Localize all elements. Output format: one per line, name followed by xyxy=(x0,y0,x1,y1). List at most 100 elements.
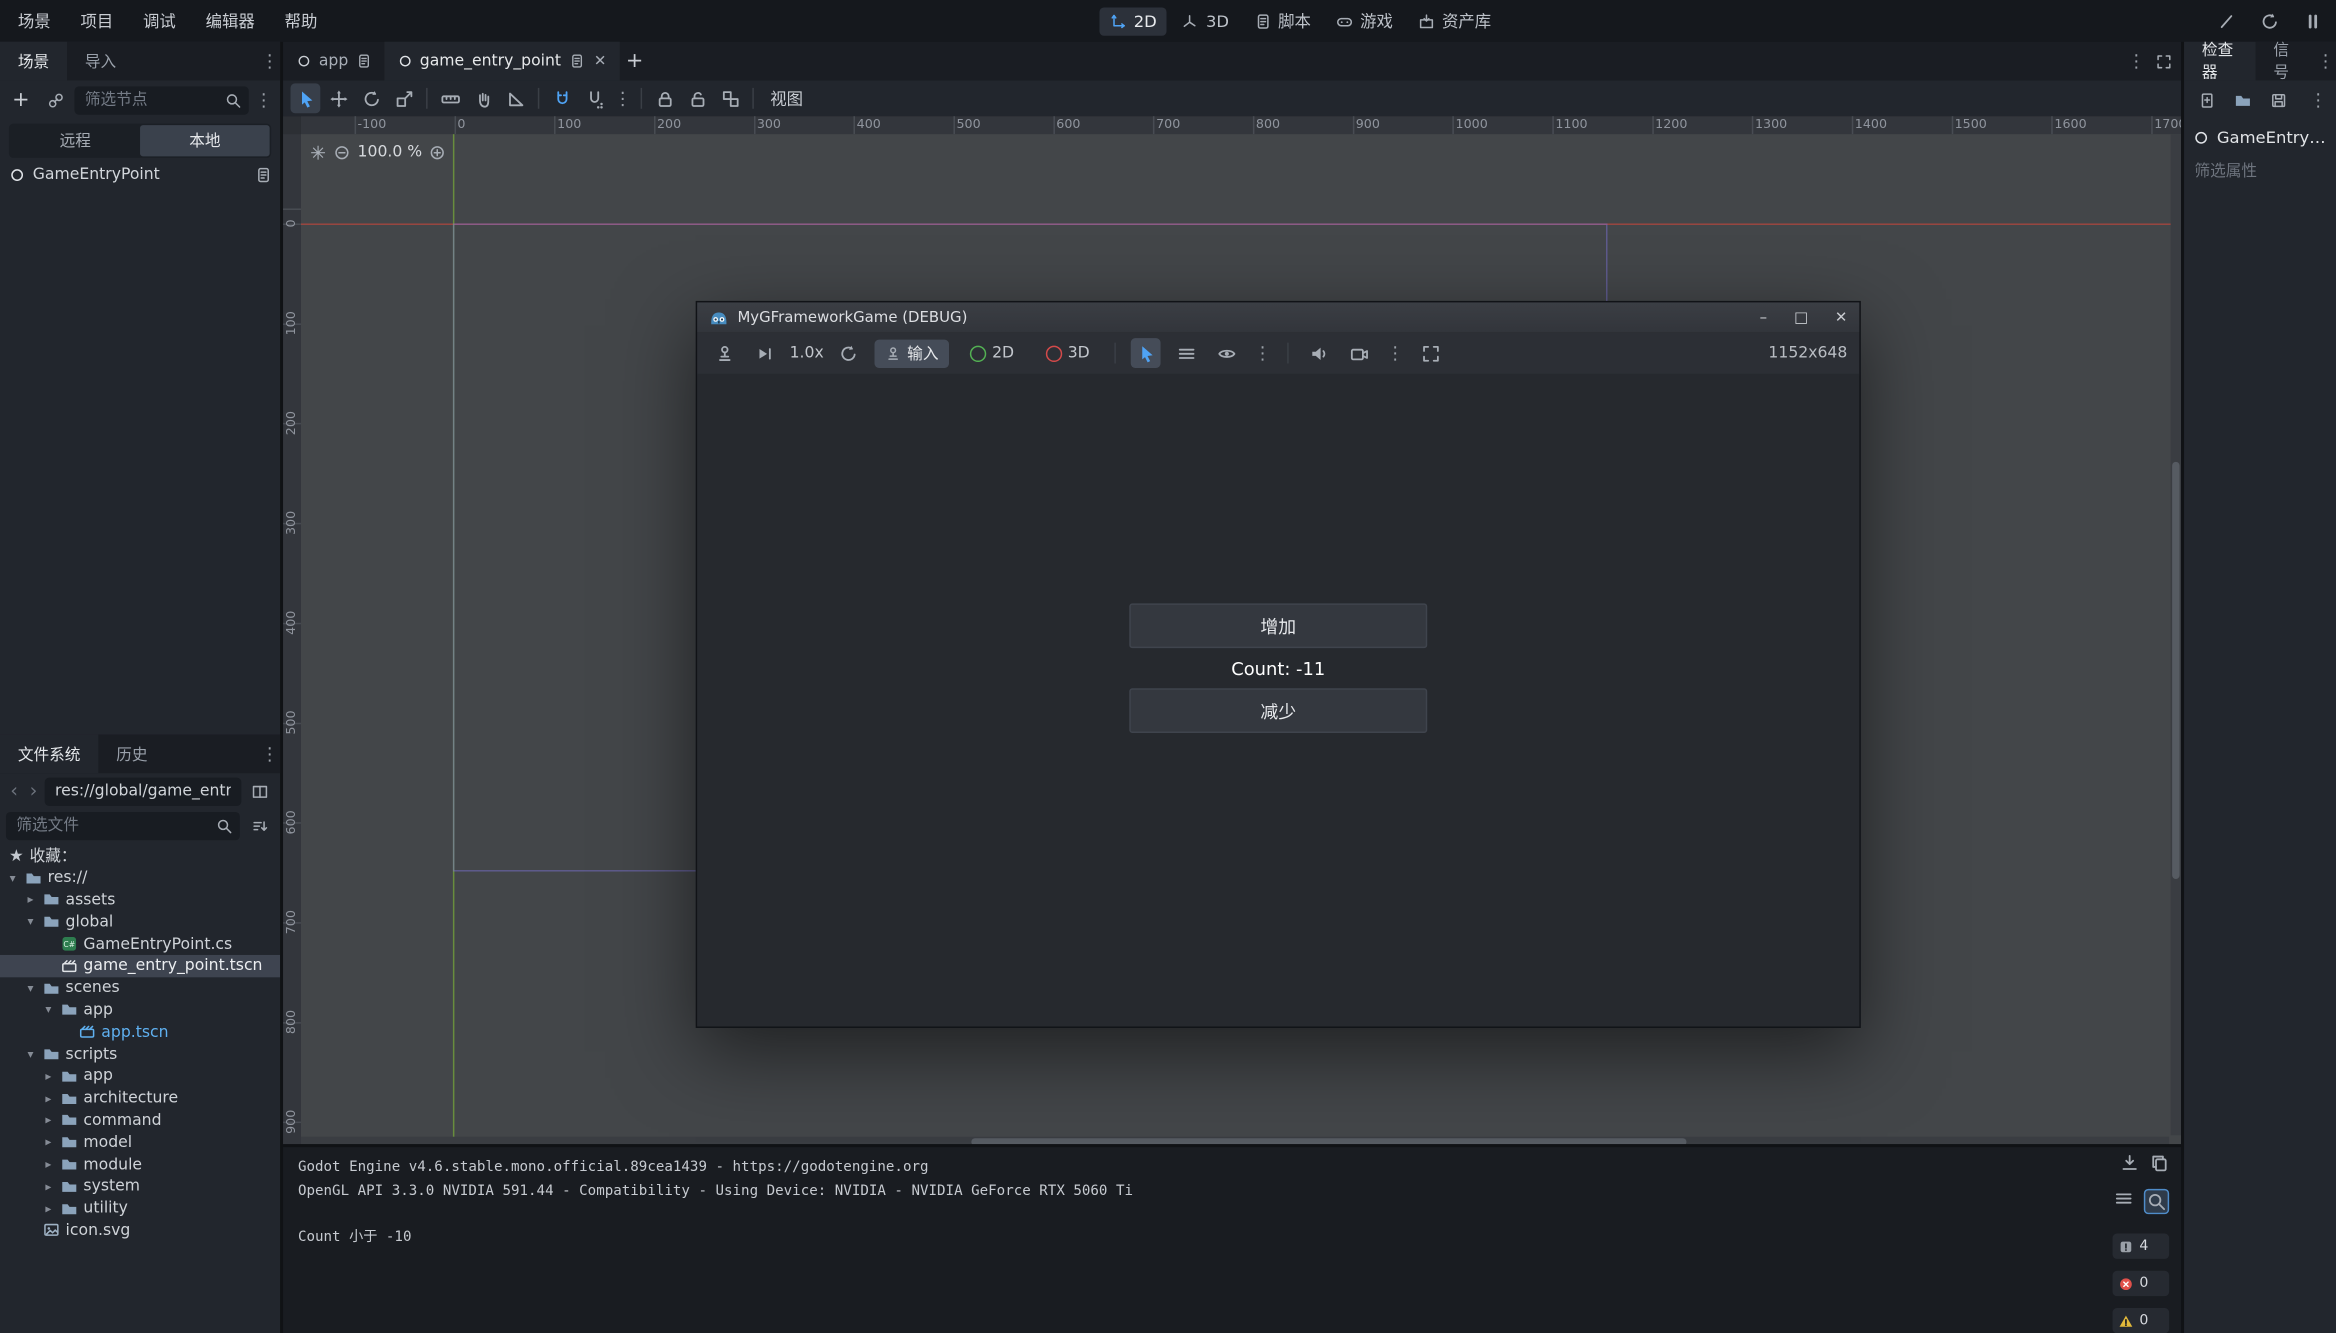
search-log-button[interactable] xyxy=(2144,1189,2169,1214)
file-row-app-tscn[interactable]: app.tscn xyxy=(0,1021,280,1043)
center-view-icon[interactable] xyxy=(310,144,326,160)
messages-filter-badge[interactable]: 4 xyxy=(2113,1234,2170,1259)
distraction-free-icon[interactable] xyxy=(2156,53,2172,69)
add-node-button[interactable]: + xyxy=(6,85,36,115)
unlock-button[interactable] xyxy=(682,83,712,113)
zoom-percent[interactable]: 100.0 % xyxy=(358,143,423,161)
local-button[interactable]: 本地 xyxy=(140,125,270,156)
warnings-filter-badge[interactable]: 0 xyxy=(2113,1308,2170,1333)
camera-override-button[interactable] xyxy=(1344,338,1374,368)
expander-icon[interactable]: ▾ xyxy=(24,981,37,994)
file-row-game-entry-point-tscn[interactable]: game_entry_point.tscn xyxy=(0,955,280,977)
workspace-2d-button[interactable]: 2D xyxy=(1099,7,1167,35)
mode-2d-button[interactable]: 2D xyxy=(959,341,1024,365)
file-row-icon-svg[interactable]: icon.svg xyxy=(0,1219,280,1241)
workspace-game-button[interactable]: 游戏 xyxy=(1326,4,1403,37)
resource-options-icon[interactable]: ⋮ xyxy=(2308,89,2329,110)
measure-mode-button[interactable] xyxy=(501,83,531,113)
new-scene-tab-button[interactable]: + xyxy=(620,46,650,76)
scroll-to-bottom-icon[interactable] xyxy=(2120,1153,2139,1172)
zoom-out-icon[interactable] xyxy=(334,144,350,160)
expander-icon[interactable]: ▸ xyxy=(42,1158,55,1171)
script-icon[interactable] xyxy=(568,54,583,69)
save-resource-button[interactable] xyxy=(2263,85,2293,115)
mute-audio-button[interactable] xyxy=(1304,338,1334,368)
speed-label[interactable]: 1.0x xyxy=(790,344,824,362)
move-tool-button[interactable] xyxy=(323,83,353,113)
smart-snap-button[interactable] xyxy=(547,83,577,113)
remote-button[interactable]: 远程 xyxy=(10,125,140,156)
expander-icon[interactable]: ▸ xyxy=(42,1180,55,1193)
mode-3d-button[interactable]: 3D xyxy=(1035,341,1100,365)
scene-tab-game-entry-point[interactable]: game_entry_point ✕ xyxy=(384,42,620,81)
inspector-menu-icon[interactable]: ⋮ xyxy=(2315,51,2336,72)
menu-scene[interactable]: 场景 xyxy=(3,9,66,33)
load-resource-button[interactable] xyxy=(2227,85,2257,115)
embed-fullscreen-button[interactable] xyxy=(1416,338,1446,368)
expander-icon[interactable]: ▸ xyxy=(42,1202,55,1215)
game-window-titlebar[interactable]: MyGFrameworkGame (DEBUG) – □ ✕ xyxy=(697,302,1859,332)
ruler-mode-button[interactable] xyxy=(435,83,465,113)
inspected-node[interactable]: GameEntryPoint xyxy=(2184,122,2336,152)
file-row-scripts[interactable]: ▾ scripts xyxy=(0,1043,280,1065)
tab-history[interactable]: 历史 xyxy=(98,734,165,773)
tab-list-menu-icon[interactable]: ⋮ xyxy=(2126,51,2147,72)
file-row-model[interactable]: ▸ model xyxy=(0,1131,280,1153)
suspend-button[interactable] xyxy=(709,338,739,368)
selection-list-button[interactable] xyxy=(1172,338,1202,368)
expander-icon[interactable]: ▸ xyxy=(24,893,37,906)
filter-files-input[interactable] xyxy=(13,815,210,836)
new-resource-button[interactable] xyxy=(2191,85,2221,115)
menu-help[interactable]: 帮助 xyxy=(270,9,333,33)
file-row-gameentrypoint-cs[interactable]: GameEntryPoint.cs xyxy=(0,933,280,955)
scene-tree-row-root[interactable]: GameEntryPoint xyxy=(0,161,280,188)
path-input[interactable] xyxy=(52,781,234,802)
workspace-script-button[interactable]: 脚本 xyxy=(1244,4,1321,37)
file-row-assets[interactable]: ▸ assets xyxy=(0,889,280,911)
expander-icon[interactable]: ▾ xyxy=(24,915,37,928)
dock-menu-icon[interactable]: ⋮ xyxy=(259,51,280,72)
expander-icon[interactable]: ▸ xyxy=(42,1092,55,1105)
select-tool-button[interactable] xyxy=(291,83,321,113)
expander-icon[interactable]: ▾ xyxy=(6,871,19,884)
scale-tool-button[interactable] xyxy=(389,83,419,113)
pan-mode-button[interactable] xyxy=(468,83,498,113)
pause-button[interactable] xyxy=(2297,6,2327,36)
group-button[interactable] xyxy=(715,83,745,113)
expander-icon[interactable]: ▸ xyxy=(42,1114,55,1127)
expander-icon[interactable]: ▸ xyxy=(42,1136,55,1149)
scene-tab-app[interactable]: app xyxy=(283,42,384,81)
camera-options-icon[interactable]: ⋮ xyxy=(1385,343,1406,364)
close-icon[interactable]: ✕ xyxy=(1835,309,1848,325)
filter-properties[interactable]: 筛选属性 xyxy=(2184,155,2336,185)
nav-back-icon[interactable]: ‹ xyxy=(6,780,22,802)
collapse-list-icon[interactable] xyxy=(2114,1189,2133,1208)
file-row-system[interactable]: ▸ system xyxy=(0,1175,280,1197)
file-row-module[interactable]: ▸ module xyxy=(0,1153,280,1175)
viewport-2d[interactable]: 100.0 % MyGFrameworkGame (DEBUG) – □ ✕ xyxy=(301,134,2181,1147)
filesystem-menu-icon[interactable]: ⋮ xyxy=(259,743,280,764)
file-row-scenes-app[interactable]: ▾ app xyxy=(0,999,280,1021)
game-select-mode-button[interactable] xyxy=(1131,338,1161,368)
menu-project[interactable]: 项目 xyxy=(66,9,129,33)
workspace-3d-button[interactable]: 3D xyxy=(1172,7,1240,35)
file-row-global[interactable]: ▾ global xyxy=(0,911,280,933)
split-view-button[interactable] xyxy=(244,776,274,806)
favorites-row[interactable]: ★ 收藏： xyxy=(0,845,280,867)
next-frame-button[interactable] xyxy=(749,338,779,368)
tab-signals[interactable]: 信号 xyxy=(2256,42,2316,81)
snap-options-icon[interactable]: ⋮ xyxy=(612,88,633,109)
nav-forward-icon[interactable]: › xyxy=(25,780,41,802)
copy-icon[interactable] xyxy=(2150,1153,2169,1172)
menu-debug[interactable]: 调试 xyxy=(128,9,191,33)
expander-icon[interactable]: ▸ xyxy=(42,1069,55,1082)
reset-speed-button[interactable] xyxy=(834,338,864,368)
errors-filter-badge[interactable]: 0 xyxy=(2113,1271,2170,1296)
file-row-architecture[interactable]: ▸ architecture xyxy=(0,1087,280,1109)
file-row-res[interactable]: ▾ res:// xyxy=(0,867,280,889)
grid-snap-button[interactable] xyxy=(580,83,610,113)
expander-icon[interactable]: ▾ xyxy=(42,1003,55,1016)
menu-editor[interactable]: 编辑器 xyxy=(191,9,270,33)
increase-button[interactable]: 增加 xyxy=(1129,603,1427,648)
expander-icon[interactable]: ▾ xyxy=(24,1047,37,1060)
